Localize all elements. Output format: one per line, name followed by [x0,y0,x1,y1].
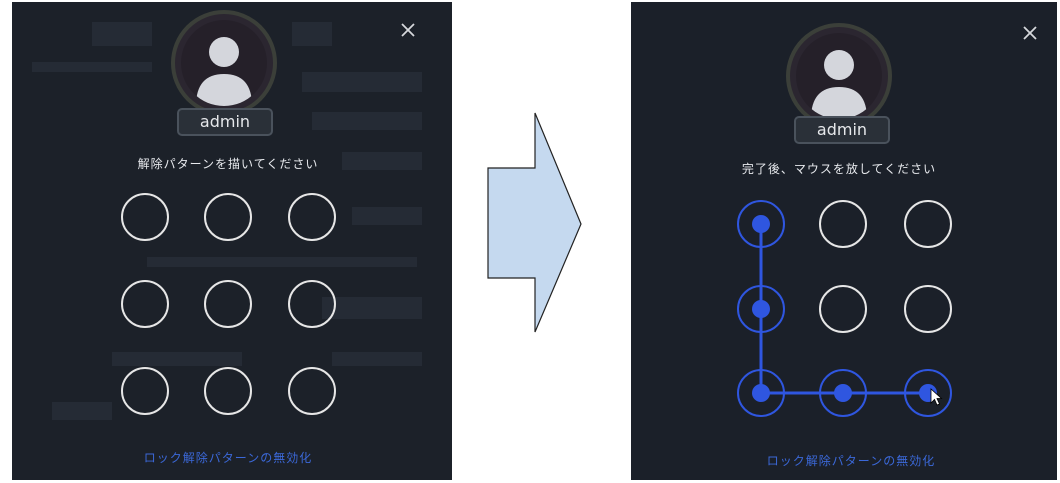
user-avatar-icon [796,33,882,119]
pattern-node-active-dot [752,215,770,233]
pattern-node [204,280,252,328]
disable-pattern-link[interactable]: ロック解除パターンの無効化 [78,449,378,466]
right-arrow-icon [485,110,585,336]
pattern-node [288,367,336,415]
pattern-node [819,200,867,248]
background-shape [52,402,112,420]
background-shape [352,207,422,225]
pattern-node [204,367,252,415]
background-shape [92,22,152,46]
pattern-node [904,285,952,333]
pattern-path [759,224,928,395]
disable-pattern-link[interactable]: ロック解除パターンの無効化 [701,452,1001,469]
background-shape [32,62,152,72]
pattern-node [204,193,252,241]
pattern-node-active-dot [752,384,770,402]
avatar [786,23,892,129]
pattern-grid[interactable] [729,197,969,437]
comparison-stage: admin 解除パターンを描いてください ロック解除パターンの無効化 admin… [0,0,1060,483]
pattern-instruction: 解除パターンを描いてください [137,157,319,171]
pattern-node [121,193,169,241]
pattern-node [904,200,952,248]
username-label: admin [794,116,890,144]
pattern-node [121,367,169,415]
avatar [171,10,277,116]
background-shape [302,72,422,92]
unlock-dialog-after: admin 完了後、マウスを放してください ロック解除パターンの無効化 [631,2,1057,480]
pattern-node [121,280,169,328]
close-icon[interactable] [399,21,417,39]
unlock-dialog-before: admin 解除パターンを描いてください ロック解除パターンの無効化 [12,2,452,480]
close-icon[interactable] [1021,24,1039,42]
background-shape [292,22,332,46]
pattern-grid[interactable] [113,190,353,430]
pattern-node [288,193,336,241]
pattern-node-active-dot [752,300,770,318]
username-label: admin [177,108,273,136]
pattern-node-active-dot [834,384,852,402]
pattern-instruction: 完了後、マウスを放してください [741,162,937,176]
pattern-node [288,280,336,328]
user-avatar-icon [181,20,267,106]
background-shape [312,112,422,130]
pattern-node [819,285,867,333]
